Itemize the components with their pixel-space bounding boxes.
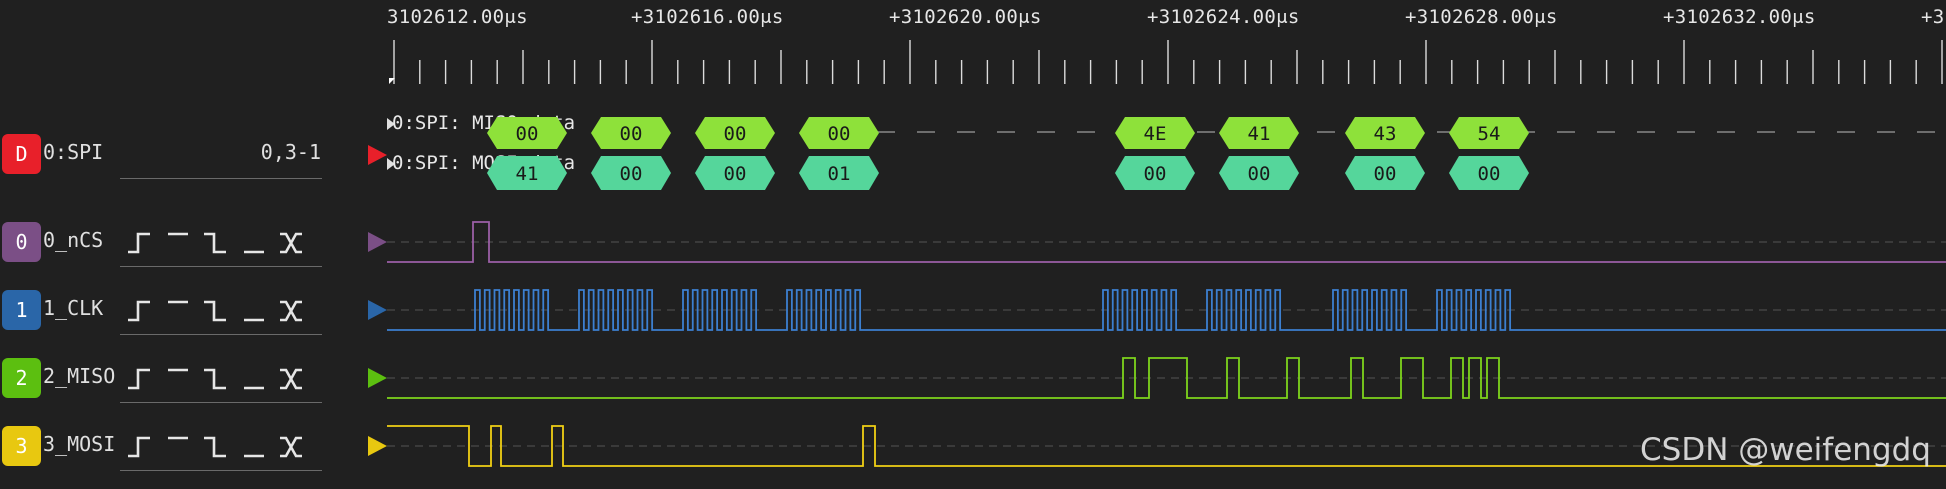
decoder-row-arrow-icon[interactable]	[368, 145, 387, 165]
channel-row-mosi[interactable]: 3 3_MOSI	[0, 426, 370, 471]
channel-arrow-icon[interactable]	[368, 436, 387, 456]
miso-byte-label: 00	[724, 123, 747, 145]
waveform-view[interactable]: NACT00410000000000014E00410043005400	[387, 100, 1946, 489]
miso-byte-label: 43	[1374, 123, 1397, 145]
channel-name: 2_MISO	[43, 364, 116, 388]
falling-edge-icon[interactable]	[204, 368, 226, 390]
channel-arrow-icon[interactable]	[368, 300, 387, 320]
row-underline	[120, 402, 322, 403]
row-underline	[120, 334, 322, 335]
trigger-buttons[interactable]	[124, 362, 314, 396]
miso-waveform	[387, 357, 1946, 399]
decoder-badge[interactable]: D	[2, 134, 41, 174]
trigger-buttons[interactable]	[124, 430, 314, 464]
falling-edge-icon[interactable]	[204, 436, 226, 458]
miso-byte-label: 54	[1478, 123, 1501, 145]
row-underline	[120, 178, 322, 179]
mosi-byte-label: 00	[724, 163, 747, 185]
decoder-channels-value: 0,3-1	[260, 140, 321, 164]
channel-badge[interactable]: 0	[2, 222, 41, 262]
channel-name: 3_MOSI	[43, 432, 116, 456]
rising-edge-icon[interactable]	[128, 436, 150, 458]
miso-byte-label: 00	[516, 123, 539, 145]
channel-row-miso[interactable]: 2 2_MISO	[0, 358, 370, 403]
miso-byte-label: 4E	[1144, 123, 1167, 145]
time-ruler[interactable]: 3102612.00μs +3102616.00μs +3102620.00μs…	[387, 0, 1946, 88]
channel-name: 1_CLK	[43, 296, 104, 320]
trigger-buttons[interactable]	[124, 294, 314, 328]
channel-row-ncs[interactable]: 0 0_nCS	[0, 222, 370, 267]
channel-badge[interactable]: 3	[2, 426, 41, 466]
clk-waveform	[387, 289, 1946, 331]
any-edge-icon[interactable]	[280, 368, 302, 390]
mosi-byte-label: 00	[620, 163, 643, 185]
decoder-name: 0:SPI	[43, 140, 104, 164]
any-edge-icon[interactable]	[280, 300, 302, 322]
rising-edge-icon[interactable]	[128, 232, 150, 254]
miso-byte-label: 00	[828, 123, 851, 145]
miso-byte-label: 41	[1248, 123, 1271, 145]
channel-arrow-icon[interactable]	[368, 232, 387, 252]
channel-badge[interactable]: 2	[2, 358, 41, 398]
mosi-byte-label: 00	[1248, 163, 1271, 185]
rising-edge-icon[interactable]	[128, 300, 150, 322]
ruler-ticks	[389, 40, 1943, 84]
row-underline	[120, 266, 322, 267]
mosi-byte-label: 01	[828, 163, 851, 185]
channel-row-clk[interactable]: 1 1_CLK	[0, 290, 370, 335]
ncs-waveform	[387, 221, 1946, 263]
falling-edge-icon[interactable]	[204, 300, 226, 322]
trigger-buttons[interactable]	[124, 226, 314, 260]
mosi-byte-label: 00	[1374, 163, 1397, 185]
decoder-row-spi[interactable]: D 0:SPI 0,3-1	[0, 134, 370, 179]
any-edge-icon[interactable]	[280, 436, 302, 458]
mosi-byte-label: 41	[516, 163, 539, 185]
channel-arrow-icon[interactable]	[368, 368, 387, 388]
any-edge-icon[interactable]	[280, 232, 302, 254]
channel-name: 0_nCS	[43, 228, 104, 252]
watermark: CSDN @weifengdq	[1640, 432, 1931, 468]
mosi-byte-label: 00	[1478, 163, 1501, 185]
row-underline	[120, 470, 322, 471]
miso-byte-label: 00	[620, 123, 643, 145]
falling-edge-icon[interactable]	[204, 232, 226, 254]
rising-edge-icon[interactable]	[128, 368, 150, 390]
channel-badge[interactable]: 1	[2, 290, 41, 330]
mosi-byte-label: 00	[1144, 163, 1167, 185]
